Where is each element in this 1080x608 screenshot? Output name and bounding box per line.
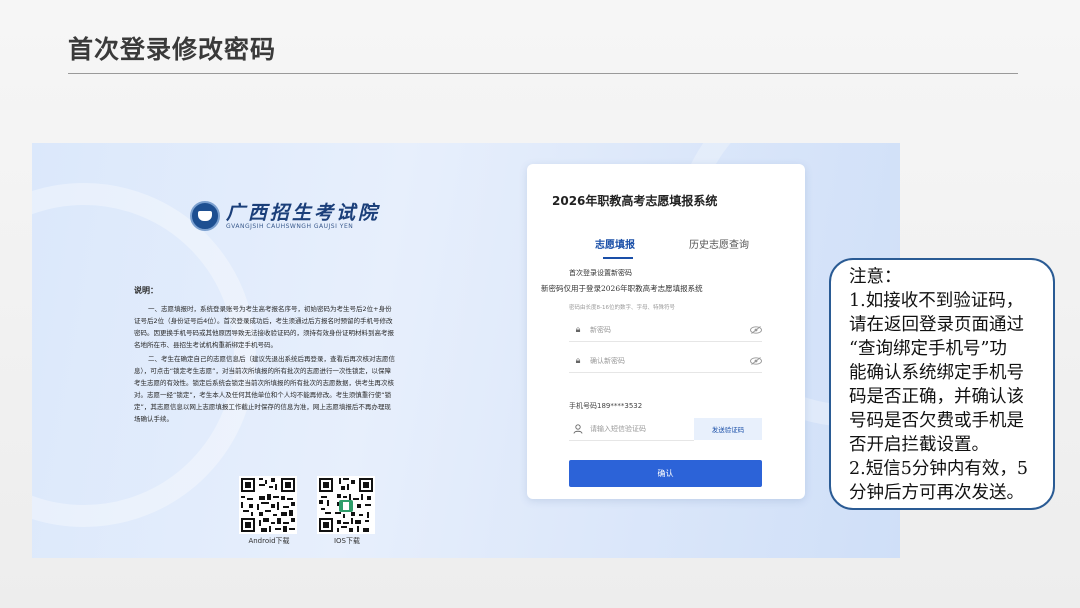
logo-zhuang-name: GVANGJSIH CAUHSWNGH GAUJSI YEN: [226, 222, 354, 230]
system-title: 2026年职教高考志愿填报系统: [552, 194, 718, 208]
ios-qr-code[interactable]: [317, 476, 375, 534]
note-callout: 注意： 1.如接收不到验证码， 请在返回登录页面通过 “查询绑定手机号”功 能确…: [829, 258, 1055, 510]
sms-code-field[interactable]: 请输入短信验证码: [569, 418, 694, 441]
phone-number-display: 手机号码189****3532: [569, 401, 642, 411]
note-line: 1.如接收不到验证码，: [849, 291, 1024, 311]
tab-application[interactable]: 志愿填报: [595, 236, 635, 251]
lock-icon: 🔒︎: [575, 356, 581, 366]
form-subtitle: 新密码仅用于登录2026年职教高考志愿填报系统: [541, 284, 703, 293]
eye-off-icon[interactable]: [750, 326, 762, 334]
active-tab-indicator: [603, 257, 633, 259]
user-icon: [573, 419, 583, 438]
eye-off-icon[interactable]: [750, 357, 762, 365]
note-line: 分钟后方可再次发送。: [849, 483, 1024, 503]
note-line: 注意：: [849, 267, 902, 287]
note-line: 号码是否欠费或手机是: [849, 411, 1024, 431]
ios-download[interactable]: IOS下载: [317, 476, 377, 546]
confirm-password-placeholder[interactable]: 确认新密码: [590, 356, 750, 366]
note-line: 2.短信5分钟内有效，5: [849, 459, 1028, 479]
instructions-paragraph-2: 二、考生在确定自己的志愿信息后（建议先退出系统后再登录，查看后再次核对志愿信息）…: [134, 355, 395, 423]
phone-value: 189****3532: [597, 402, 643, 410]
instructions-title: 说明：: [134, 286, 158, 295]
slide-title: 首次登录修改密码: [68, 35, 277, 64]
instructions-paragraph-1: 一、志愿填报时，系统登录账号为考生高考报名序号，初始密码为考生号后2位+身份证号…: [134, 305, 394, 349]
note-line: 否开启拦截设置。: [849, 435, 989, 455]
note-line: 请在返回登录页面通过: [849, 315, 1024, 335]
send-code-button[interactable]: 发送验证码: [694, 418, 762, 440]
note-line: 码是否正确，并确认该: [849, 387, 1024, 407]
title-divider: [68, 73, 1018, 74]
android-download[interactable]: Android下载: [239, 476, 299, 546]
new-password-field[interactable]: 🔒︎ 新密码: [569, 319, 762, 342]
instructions-panel: 说明： 一、志愿填报时，系统登录账号为考生高考报名序号，初始密码为考生号后2位+…: [134, 285, 396, 427]
confirm-password-field[interactable]: 🔒︎ 确认新密码: [569, 350, 762, 373]
confirm-button[interactable]: 确认: [569, 460, 762, 487]
note-line: 能确认系统绑定手机号: [849, 363, 1024, 383]
lock-icon: 🔒︎: [575, 325, 581, 335]
note-line: “查询绑定手机号”功: [849, 339, 1007, 359]
site-logo: 广西招生考试院 GVANGJSIH CAUHSWNGH GAUJSI YEN: [190, 201, 380, 231]
login-card: 2026年职教高考志愿填报系统 志愿填报 历史志愿查询 首次登录设置新密码 新密…: [527, 164, 805, 499]
password-hint: 密码由长度8-16位的数字、字母、特殊符号: [569, 305, 675, 311]
android-download-label: Android下载: [248, 537, 290, 545]
logo-chinese-name: 广西招生考试院: [226, 201, 381, 224]
ios-download-label: IOS下载: [333, 537, 361, 545]
sms-code-placeholder[interactable]: 请输入短信验证码: [590, 424, 646, 434]
android-qr-code[interactable]: [239, 476, 297, 534]
sms-code-row: 请输入短信验证码 发送验证码: [569, 418, 762, 441]
new-password-placeholder[interactable]: 新密码: [590, 325, 750, 335]
form-heading: 首次登录设置新密码: [569, 269, 632, 277]
seal-icon: [190, 201, 220, 231]
tab-history-query[interactable]: 历史志愿查询: [689, 236, 749, 251]
phone-label: 手机号码: [569, 402, 597, 410]
login-page-screenshot: 广西招生考试院 GVANGJSIH CAUHSWNGH GAUJSI YEN 说…: [32, 143, 900, 558]
